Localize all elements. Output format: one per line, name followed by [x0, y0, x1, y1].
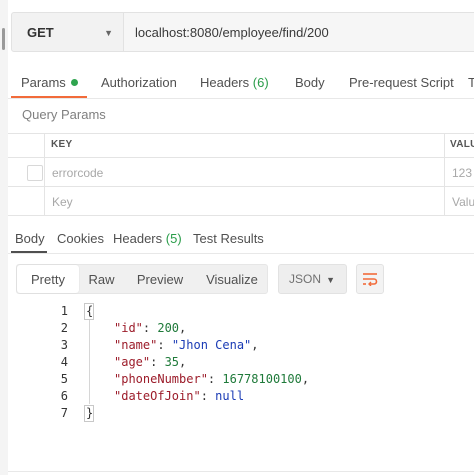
json-line: "dateOfJoin": null [114, 389, 245, 403]
line-number: 1 [60, 304, 68, 318]
query-params-label: Query Params [22, 107, 106, 122]
response-tab-test-results[interactable]: Test Results [193, 231, 264, 246]
view-raw-button[interactable]: Raw [79, 264, 124, 294]
param-value-cell[interactable]: 123 [452, 166, 472, 180]
json-close-brace: } [86, 406, 94, 420]
json-line: "id": 200, [114, 321, 187, 335]
tab-tests[interactable]: T [468, 75, 474, 90]
line-number: 3 [60, 338, 68, 352]
format-select[interactable]: JSON ▼ [278, 264, 347, 294]
method-select[interactable]: GET ▼ [11, 12, 124, 52]
column-header-value: VALU [450, 139, 474, 150]
table-divider [8, 186, 474, 187]
json-line: "name": "Jhon Cena", [114, 338, 259, 352]
table-divider [444, 133, 445, 216]
json-line: "phoneNumber": 16778100100, [114, 372, 310, 386]
url-input[interactable]: localhost:8080/employee/find/200 [124, 12, 474, 52]
new-param-value-input[interactable]: Valu [452, 195, 474, 209]
format-label: JSON [289, 272, 322, 286]
view-pretty-button[interactable]: Pretty [17, 264, 79, 294]
tab-authorization[interactable]: Authorization [101, 75, 177, 90]
json-line: "age": 35, [114, 355, 187, 369]
new-param-key-input[interactable]: Key [52, 195, 73, 209]
line-number: 2 [60, 321, 68, 335]
params-active-dot-icon [70, 79, 78, 87]
wrap-lines-icon [363, 273, 378, 286]
table-divider [8, 215, 474, 216]
footer-divider [8, 471, 474, 472]
response-headers-count: (5) [165, 231, 182, 246]
line-number: 6 [60, 389, 68, 403]
line-number: 5 [60, 372, 68, 386]
tab-params[interactable]: Params [21, 75, 78, 90]
left-gutter [0, 0, 8, 475]
wrap-lines-button[interactable] [356, 264, 384, 294]
table-divider [8, 157, 474, 158]
response-tab-body[interactable]: Body [15, 231, 45, 246]
response-active-tab-indicator [11, 251, 47, 253]
response-body-viewer[interactable] [8, 300, 474, 475]
column-header-key: KEY [51, 139, 73, 150]
response-tab-cookies[interactable]: Cookies [57, 231, 104, 246]
tab-headers[interactable]: Headers (6) [200, 75, 269, 90]
line-number: 4 [60, 355, 68, 369]
line-number: 7 [60, 406, 68, 420]
tab-body[interactable]: Body [295, 75, 325, 90]
chevron-down-icon: ▼ [104, 28, 113, 38]
headers-count: (6) [252, 75, 269, 90]
active-tab-indicator [11, 96, 87, 98]
sidebar-handle[interactable] [2, 28, 5, 50]
url-text: localhost:8080/employee/find/200 [135, 24, 329, 40]
view-preview-button[interactable]: Preview [128, 264, 192, 294]
json-open-brace: { [86, 304, 94, 318]
tab-pre-request-script[interactable]: Pre-request Script [349, 75, 454, 90]
chevron-down-icon: ▼ [326, 275, 335, 285]
method-label: GET [27, 24, 54, 40]
indent-guide [89, 319, 90, 404]
param-enabled-checkbox[interactable] [27, 165, 43, 181]
response-tab-headers[interactable]: Headers (5) [113, 231, 182, 246]
view-visualize-button[interactable]: Visualize [196, 264, 268, 294]
table-divider [44, 133, 45, 216]
param-key-cell[interactable]: errorcode [52, 166, 103, 180]
